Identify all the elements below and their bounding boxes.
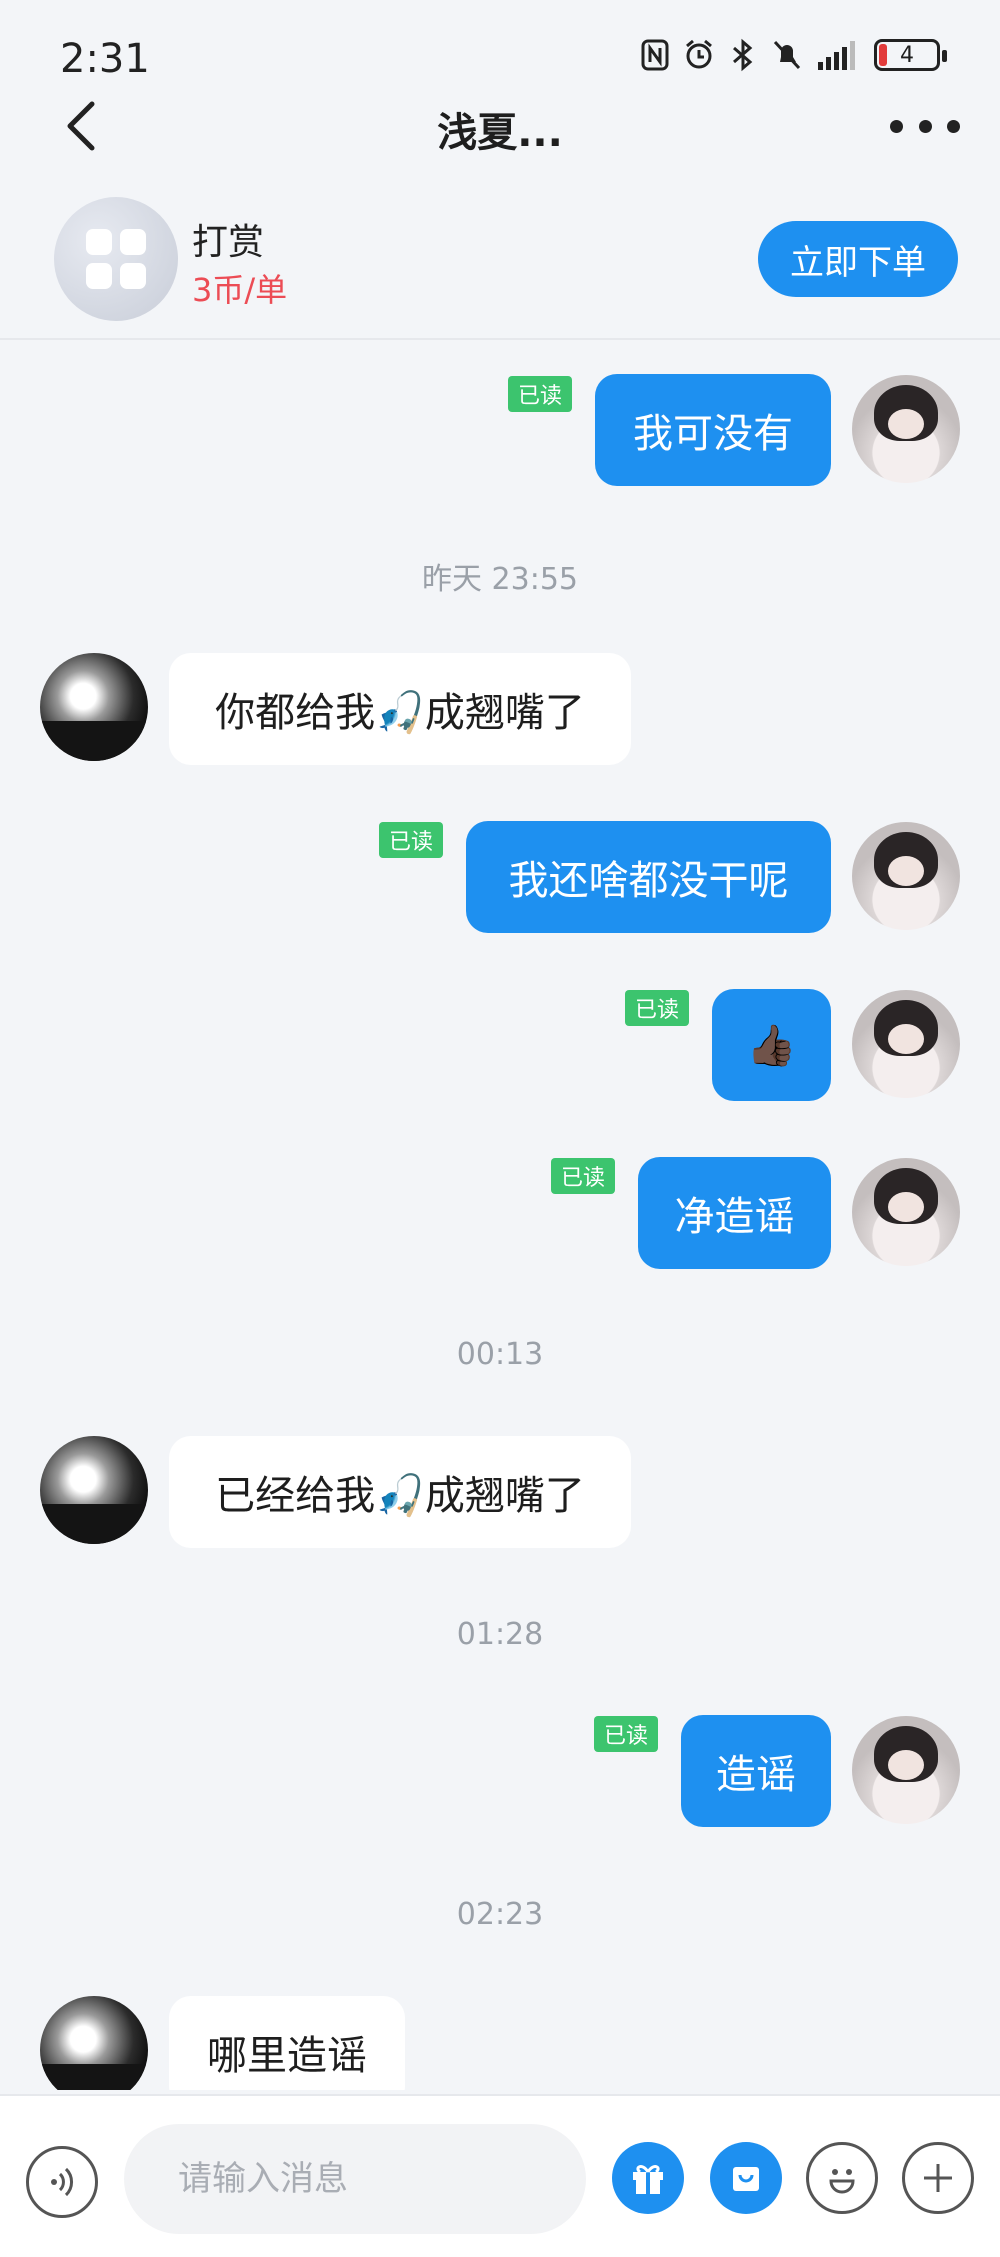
- status-icons: 4: [640, 38, 947, 72]
- my-avatar[interactable]: [852, 1716, 960, 1824]
- more-button[interactable]: [890, 106, 960, 146]
- gift-button[interactable]: [612, 2142, 684, 2214]
- shop-icon: [733, 2167, 759, 2191]
- input-bar: [0, 2094, 1000, 2257]
- voice-icon: [51, 2167, 73, 2197]
- nfc-icon: [641, 39, 669, 71]
- service-avatar: [54, 197, 178, 321]
- timestamp: 00:13: [456, 1337, 544, 1372]
- message-bubble[interactable]: 👍🏿: [712, 989, 831, 1101]
- message-bubble[interactable]: 我还啥都没干呢: [466, 821, 831, 933]
- alarm-icon: [686, 39, 712, 69]
- timestamp: 01:28: [456, 1617, 544, 1652]
- plus-icon: [924, 2164, 952, 2192]
- my-avatar[interactable]: [852, 822, 960, 930]
- timestamp: 02:23: [456, 1897, 544, 1932]
- my-avatar[interactable]: [852, 1158, 960, 1266]
- contact-avatar[interactable]: [40, 1436, 148, 1544]
- more-icon: [890, 119, 903, 133]
- read-badge: 已读: [551, 1158, 616, 1194]
- emoji-icon: [829, 2169, 855, 2194]
- contact-avatar[interactable]: [40, 1996, 148, 2090]
- status-time: 2:31: [60, 36, 150, 82]
- mute-icon: [773, 40, 801, 70]
- order-now-button[interactable]: 立即下单: [758, 221, 958, 297]
- service-price: 3币/单: [192, 271, 288, 309]
- plus-button[interactable]: [902, 2142, 974, 2214]
- service-name: 打赏: [192, 222, 265, 263]
- contact-avatar[interactable]: [40, 653, 148, 761]
- my-avatar[interactable]: [852, 990, 960, 1098]
- battery-icon: 4: [874, 39, 947, 71]
- bluetooth-icon: [733, 38, 753, 72]
- read-badge: 已读: [594, 1716, 659, 1752]
- page-title: 浅夏...: [437, 110, 563, 156]
- gift-icon: [633, 2165, 663, 2194]
- message-bubble[interactable]: 我可没有: [595, 374, 831, 486]
- voice-button[interactable]: [26, 2146, 98, 2218]
- read-badge: 已读: [625, 990, 690, 1026]
- message-bubble[interactable]: 你都给我🎣成翘嘴了: [169, 653, 631, 765]
- message-bubble[interactable]: 造谣: [681, 1715, 831, 1827]
- emoji-button[interactable]: [806, 2142, 878, 2214]
- timestamp: 昨天 23:55: [422, 562, 578, 597]
- grid-icon: [86, 229, 146, 289]
- read-badge: 已读: [379, 822, 444, 858]
- chat-list[interactable]: 我可没有 已读 昨天 23:55 你都给我🎣成翘嘴了 我还啥都没干呢 已读 👍🏿…: [0, 340, 1000, 2090]
- message-bubble[interactable]: 已经给我🎣成翘嘴了: [169, 1436, 631, 1548]
- read-badge: 已读: [508, 376, 573, 412]
- service-card: 打赏 3币/单 立即下单: [0, 185, 1000, 340]
- message-bubble[interactable]: 净造谣: [638, 1157, 831, 1269]
- message-bubble[interactable]: 哪里造谣: [169, 1996, 405, 2090]
- signal-icon: [818, 41, 855, 70]
- status-bar: 2:31 4: [0, 0, 1000, 100]
- nav-bar: 浅夏...: [0, 90, 1000, 185]
- message-input[interactable]: [124, 2124, 586, 2234]
- battery-level: 4: [900, 42, 914, 68]
- shop-button[interactable]: [710, 2142, 782, 2214]
- my-avatar[interactable]: [852, 375, 960, 483]
